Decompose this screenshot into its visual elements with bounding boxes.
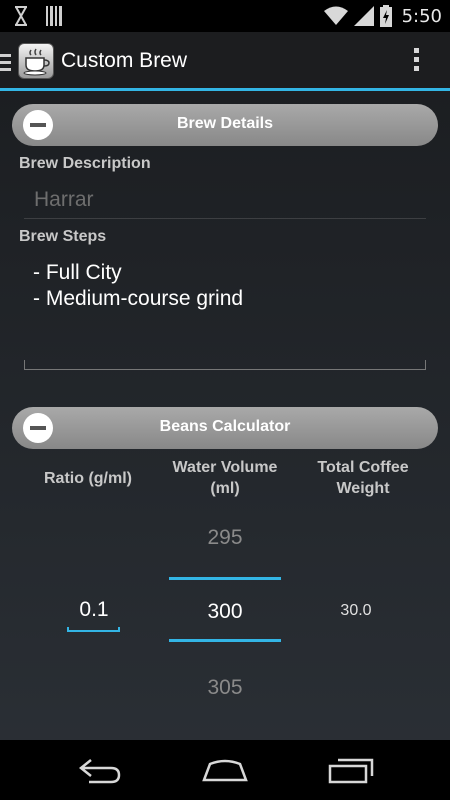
- status-bar: 5:50: [0, 0, 450, 32]
- drawer-indicator-icon[interactable]: [0, 54, 12, 75]
- brew-steps-label: Brew Steps: [19, 228, 107, 245]
- action-bar-divider: [0, 88, 450, 91]
- brew-description-underline: [24, 218, 426, 219]
- hourglass-icon: [15, 6, 27, 26]
- navigation-bar: [0, 740, 450, 800]
- clock: 5:50: [401, 5, 442, 27]
- section-title: Beans Calculator: [159, 418, 291, 435]
- ratio-input-underline: [67, 627, 120, 632]
- signal-icon: [353, 6, 374, 26]
- total-weight-header-line2: Weight: [336, 480, 390, 497]
- section-title: Brew Details: [176, 115, 274, 132]
- wifi-icon: [323, 6, 348, 25]
- water-volume-next[interactable]: 305: [169, 676, 281, 700]
- brew-description-label: Brew Description: [19, 155, 151, 172]
- action-bar: Custom Brew: [0, 32, 450, 90]
- home-icon[interactable]: [200, 754, 250, 786]
- water-volume-header: Water Volume (ml): [160, 457, 290, 499]
- water-volume-picker[interactable]: 300: [169, 600, 281, 624]
- total-coffee-weight-value: 30.0: [340, 602, 372, 619]
- brew-steps-input[interactable]: - Full City - Medium-course grind: [33, 260, 243, 312]
- barcode-icon: [46, 6, 62, 26]
- recent-apps-icon[interactable]: [326, 754, 376, 786]
- water-volume-header-line2: (ml): [210, 480, 240, 497]
- coffee-cup-icon: [23, 48, 50, 76]
- water-volume-prev[interactable]: 295: [169, 526, 281, 550]
- overflow-menu-icon[interactable]: [414, 48, 420, 75]
- page-title: Custom Brew: [61, 49, 188, 72]
- water-volume-header-line1: Water Volume: [172, 459, 278, 476]
- picker-divider-bottom: [169, 639, 281, 642]
- battery-icon: [379, 5, 392, 27]
- brew-details-header[interactable]: Brew Details: [12, 104, 438, 146]
- beans-calculator-header[interactable]: Beans Calculator: [12, 407, 438, 449]
- total-weight-header-line1: Total Coffee: [317, 459, 409, 476]
- brew-steps-underline: [24, 360, 426, 370]
- picker-divider-top: [169, 577, 281, 580]
- brew-description-input[interactable]: Harrar: [34, 188, 94, 212]
- app-home-button[interactable]: [18, 43, 54, 79]
- ratio-input[interactable]: 0.1: [68, 598, 120, 622]
- back-icon[interactable]: [75, 754, 125, 786]
- total-coffee-weight-header: Total Coffee Weight: [298, 457, 428, 499]
- ratio-header: Ratio (g/ml): [44, 470, 132, 487]
